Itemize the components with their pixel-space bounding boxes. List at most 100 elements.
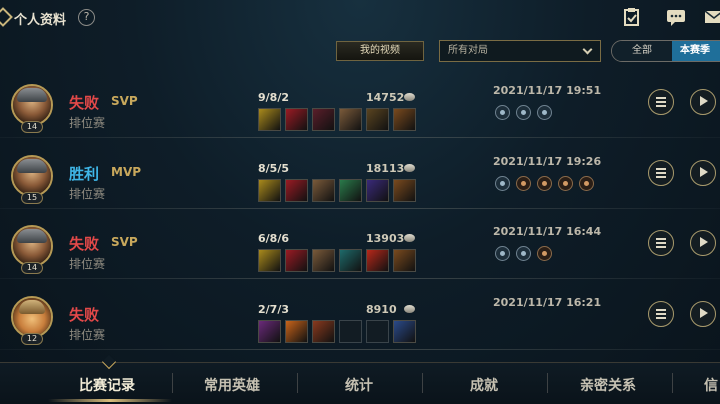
match-result: 胜利 <box>69 165 100 183</box>
kda-stat: 2/7/3 <box>258 303 289 316</box>
tab-divider <box>422 373 423 393</box>
match-detail-button[interactable] <box>648 301 674 327</box>
item-icon <box>312 108 335 131</box>
item-icon <box>366 179 389 202</box>
rune-icon <box>537 105 552 120</box>
match-result: 失败 <box>69 306 100 324</box>
match-time: 2021/11/17 16:21 <box>493 296 602 309</box>
rune-icon <box>516 176 531 191</box>
item-icon <box>393 108 416 131</box>
item-icon <box>393 179 416 202</box>
item-icon <box>258 249 281 272</box>
tab-info[interactable]: 信 <box>704 375 718 395</box>
page-title: 个人资料 <box>14 13 67 28</box>
item-icon <box>285 108 308 131</box>
replay-button[interactable] <box>690 301 716 327</box>
tab-divider <box>297 373 298 393</box>
match-detail-button[interactable] <box>648 230 674 256</box>
replay-button[interactable] <box>690 89 716 115</box>
item-icon <box>339 179 362 202</box>
tab-achievements[interactable]: 成就 <box>470 375 498 395</box>
item-icon <box>339 249 362 272</box>
rune-icon <box>495 176 510 191</box>
match-filter-value: 所有对局 <box>448 45 488 56</box>
item-icon <box>285 249 308 272</box>
match-row[interactable]: 14 失败 SVP 排位赛 6/8/6 13903 2021/11/17 16:44 <box>0 209 720 279</box>
performance-badge: SVP <box>111 235 138 249</box>
my-videos-button[interactable]: 我的视频 <box>336 41 424 61</box>
gold-stat: 13903 <box>366 232 405 245</box>
tab-divider <box>172 373 173 393</box>
tab-common-heroes[interactable]: 常用英雄 <box>204 375 260 395</box>
champion-avatar <box>11 296 53 338</box>
rune-icon <box>537 176 552 191</box>
gold-icon <box>404 164 415 172</box>
item-icon <box>366 108 389 131</box>
chevron-down-icon <box>582 44 593 55</box>
tab-relationships[interactable]: 亲密关系 <box>580 375 636 395</box>
champion-level-badge: 14 <box>21 262 43 274</box>
item-icon <box>258 320 281 343</box>
gold-stat: 14752 <box>366 91 405 104</box>
match-detail-button[interactable] <box>648 160 674 186</box>
task-clipboard-icon[interactable] <box>622 8 642 26</box>
segment-current-season[interactable]: 本赛季 <box>672 41 720 61</box>
tab-statistics[interactable]: 统计 <box>345 375 373 395</box>
top-bar: 个人资料 ? <box>0 0 720 38</box>
gold-stat: 18113 <box>366 162 405 175</box>
item-icon <box>366 249 389 272</box>
match-row[interactable]: 15 胜利 MVP 排位赛 8/5/5 18113 2021/11/17 19:26 <box>0 139 720 209</box>
rune-icon <box>537 246 552 261</box>
rune-icon <box>495 246 510 261</box>
champion-avatar <box>11 225 53 267</box>
rune-icon <box>495 105 510 120</box>
game-mode: 排位赛 <box>69 116 106 130</box>
match-row[interactable]: 14 失败 SVP 排位赛 9/8/2 14752 2021/11/17 19:51 <box>0 68 720 138</box>
champion-avatar <box>11 84 53 126</box>
empty-item-slot <box>339 320 362 343</box>
gold-stat: 8910 <box>366 303 397 316</box>
item-icon <box>312 320 335 343</box>
segment-all[interactable]: 全部 <box>612 41 672 61</box>
item-icon <box>285 320 308 343</box>
help-icon[interactable]: ? <box>78 9 95 26</box>
rune-icon <box>558 176 573 191</box>
gold-icon <box>404 305 415 313</box>
match-time: 2021/11/17 16:44 <box>493 225 602 238</box>
champion-level-badge: 14 <box>21 121 43 133</box>
item-icon <box>339 108 362 131</box>
active-tab-indicator <box>48 399 172 402</box>
item-icon <box>393 249 416 272</box>
season-segmented-control: 全部 本赛季 <box>611 40 720 62</box>
kda-stat: 6/8/6 <box>258 232 289 245</box>
game-mode: 排位赛 <box>69 328 106 342</box>
performance-badge: MVP <box>111 165 142 179</box>
rune-icon <box>579 176 594 191</box>
empty-item-slot <box>366 320 389 343</box>
champion-avatar <box>11 155 53 197</box>
replay-button[interactable] <box>690 230 716 256</box>
gold-icon <box>404 93 415 101</box>
kda-stat: 8/5/5 <box>258 162 289 175</box>
match-result: 失败 <box>69 235 100 253</box>
gold-icon <box>404 234 415 242</box>
item-icon <box>258 108 281 131</box>
match-detail-button[interactable] <box>648 89 674 115</box>
game-mode: 排位赛 <box>69 257 106 271</box>
replay-button[interactable] <box>690 160 716 186</box>
tab-divider <box>547 373 548 393</box>
match-row[interactable]: 12 失败 排位赛 2/7/3 8910 2021/11/17 16:21 <box>0 280 720 350</box>
mail-icon[interactable] <box>704 8 720 26</box>
match-filter-select[interactable]: 所有对局 <box>439 40 601 62</box>
chat-icon[interactable] <box>666 8 686 26</box>
item-icon <box>312 179 335 202</box>
match-result: 失败 <box>69 94 100 112</box>
tab-match-history[interactable]: 比赛记录 <box>79 375 135 395</box>
performance-badge: SVP <box>111 94 138 108</box>
item-icon <box>393 320 416 343</box>
back-icon[interactable] <box>0 7 13 27</box>
game-mode: 排位赛 <box>69 187 106 201</box>
match-time: 2021/11/17 19:26 <box>493 155 602 168</box>
match-time: 2021/11/17 19:51 <box>493 84 602 97</box>
item-icon <box>312 249 335 272</box>
